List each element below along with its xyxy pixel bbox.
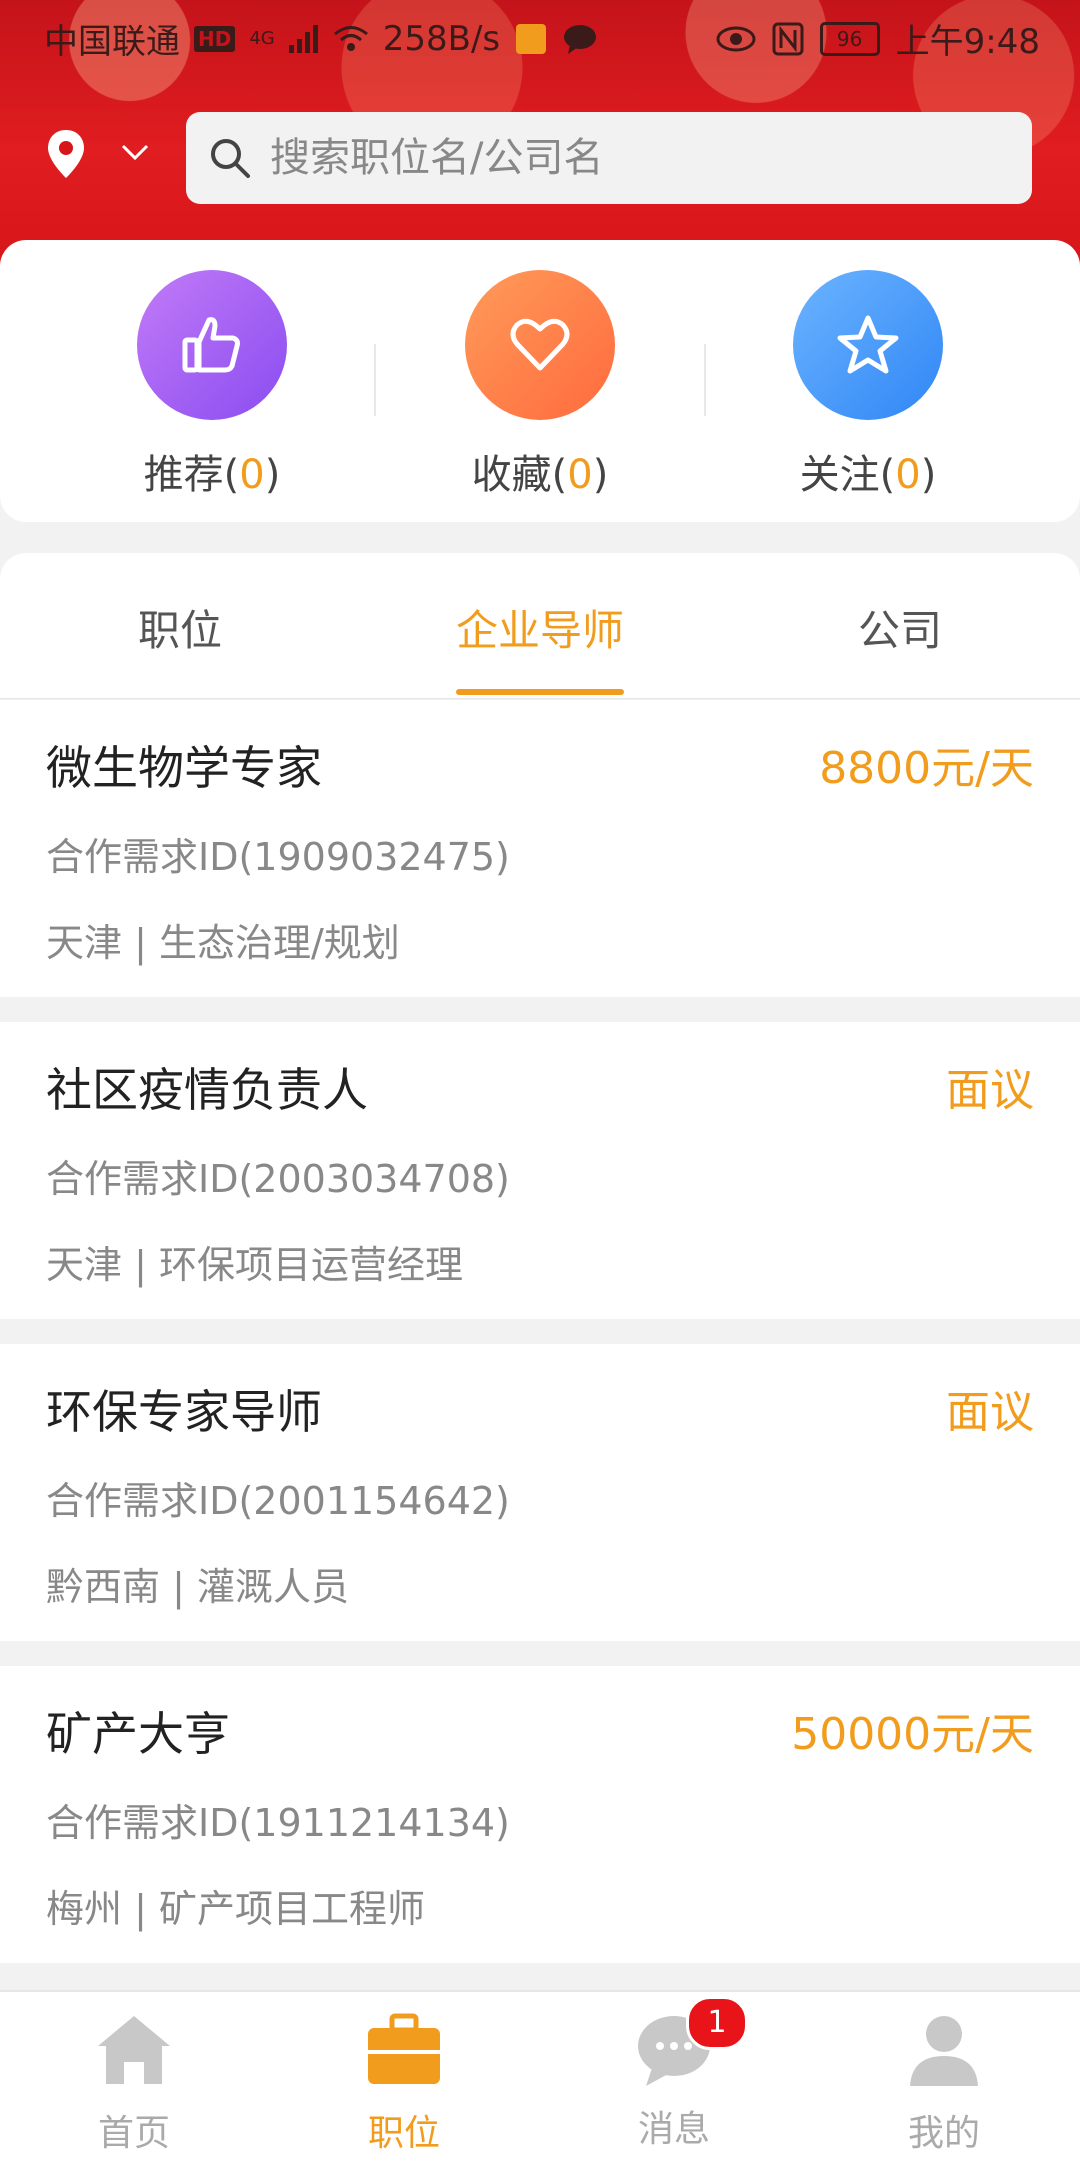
heart-icon [510,318,570,371]
carrier-label: 中国联通 [44,22,180,62]
header-banner: 中国联通 HD 4G 258B/s 96 上午9:48 搜索职位名/公司名 [0,0,1080,270]
list-item[interactable]: 环保专家导师 面议 合作需求ID(2001154642) 黔西南 | 灌溉人员 [0,1344,1080,1641]
tab-positions[interactable]: 职位 [138,597,222,658]
signal-icon [288,24,318,53]
tab-bar: 职位 企业导师 公司 [0,553,1080,699]
network-speed: 258B/s [382,18,501,59]
listing-title: 微生物学专家 [46,741,322,795]
list-item[interactable]: 微生物学专家 8800元/天 合作需求ID(1909032475) 天津 | 生… [0,700,1080,997]
search-icon [211,139,250,178]
recommend-label: 推荐(0) [143,452,281,498]
listing-id: 合作需求ID(2001154642) [46,1479,510,1523]
listing-id: 合作需求ID(1911214134) [46,1801,510,1845]
following-label: 关注(0) [799,452,937,498]
nav-messages-label: 消息 [637,2109,710,2150]
app-notification-icon [516,23,547,54]
quick-action-recommend[interactable]: 推荐(0) [62,270,362,500]
home-icon [98,2016,170,2084]
divider [374,344,376,416]
divider [704,344,706,416]
search-placeholder: 搜索职位名/公司名 [270,135,604,181]
favorites-label: 收藏(0) [471,452,609,498]
nav-positions[interactable]: 职位 [304,2010,504,2156]
message-notification-icon [564,24,597,54]
nfc-icon [772,22,804,55]
bottom-navigation: 首页 职位 1 消息 我的 [0,1990,1080,2162]
list-item[interactable]: 矿产大亨 50000元/天 合作需求ID(1911214134) 梅州 | 矿产… [0,1666,1080,1963]
nav-positions-label: 职位 [367,2113,440,2154]
listing-meta: 天津 | 生态治理/规划 [46,921,400,965]
user-icon [910,2016,978,2086]
network-type: 4G [249,28,275,49]
eye-comfort-icon [716,26,756,51]
quick-actions-card: 推荐(0) 收藏(0) 关注(0) [0,240,1080,522]
hd-badge: HD [194,25,236,52]
tab-corporate-mentors[interactable]: 企业导师 [456,597,624,658]
status-bar: 中国联通 HD 4G 258B/s 96 上午9:48 [0,0,1080,72]
following-circle [793,270,943,420]
chat-icon-wrapper: 1 [634,1996,748,2090]
favorites-circle [465,270,615,420]
nav-profile-label: 我的 [907,2113,980,2154]
listing-pay: 面议 [946,1387,1034,1438]
tab-companies[interactable]: 公司 [858,597,942,658]
listing-meta: 黔西南 | 灌溉人员 [46,1565,349,1609]
star-icon [837,315,899,374]
listing-title: 社区疫情负责人 [46,1063,368,1117]
clock: 上午9:48 [895,22,1040,62]
thumbs-up-icon [182,317,240,373]
nav-profile[interactable]: 我的 [844,2010,1044,2156]
listing-title: 矿产大亨 [46,1707,230,1761]
listing-id: 合作需求ID(2003034708) [46,1157,510,1201]
quick-action-following[interactable]: 关注(0) [718,270,1018,500]
chevron-down-icon[interactable] [120,140,150,164]
listing-meta: 天津 | 环保项目运营经理 [46,1243,463,1287]
search-input[interactable]: 搜索职位名/公司名 [186,112,1032,204]
recommend-circle [137,270,287,420]
listing-pay: 面议 [946,1065,1034,1116]
wifi-icon [333,25,368,51]
location-pin-icon[interactable] [46,130,86,178]
nav-messages[interactable]: 1 消息 [574,1996,774,2152]
briefcase-icon [368,2013,440,2084]
active-tab-indicator [456,689,624,695]
listing-id: 合作需求ID(1909032475) [46,835,510,879]
nav-home[interactable]: 首页 [34,2010,234,2156]
listing-title: 环保专家导师 [46,1385,322,1439]
listing-pay: 50000元/天 [791,1709,1034,1760]
nav-home-label: 首页 [97,2113,170,2154]
listing-pay: 8800元/天 [819,743,1034,794]
unread-badge: 1 [686,1996,748,2050]
list-item[interactable]: 社区疫情负责人 面议 合作需求ID(2003034708) 天津 | 环保项目运… [0,1022,1080,1319]
battery-icon: 96 [819,21,880,56]
quick-action-favorites[interactable]: 收藏(0) [390,270,690,500]
listing-meta: 梅州 | 矿产项目工程师 [46,1887,425,1931]
